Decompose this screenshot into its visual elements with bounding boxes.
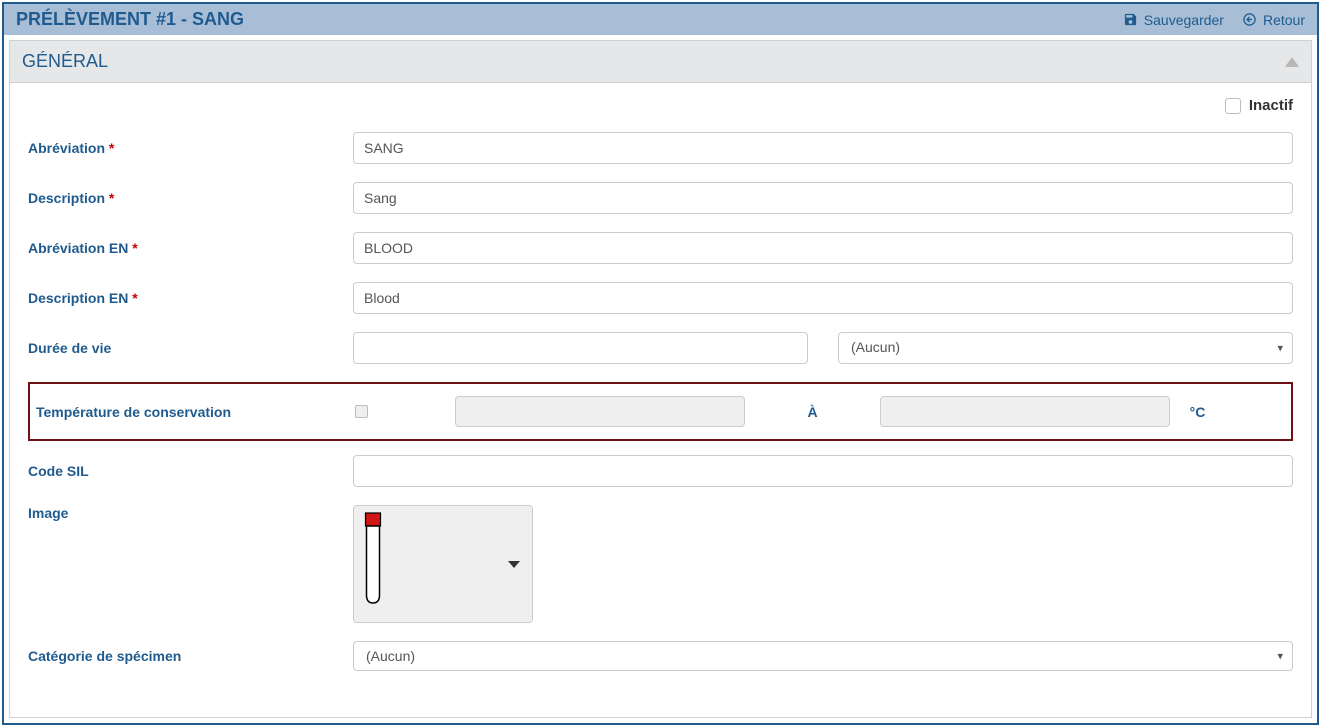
form-frame: PRÉLÈVEMENT #1 - SANG Sauvegarder Retour… [2, 2, 1319, 725]
code-sil-input[interactable] [353, 455, 1293, 487]
inactive-checkbox[interactable] [1225, 98, 1241, 114]
collapse-icon [1285, 57, 1299, 67]
temperature-to-input[interactable] [880, 396, 1170, 427]
save-label: Sauvegarder [1144, 12, 1224, 28]
abbreviation-en-input[interactable] [353, 232, 1293, 264]
duree-label: Durée de vie [28, 340, 353, 356]
return-button[interactable]: Retour [1242, 12, 1305, 28]
section-body: Inactif Abréviation * Description * Abré… [9, 83, 1312, 718]
temperature-label: Température de conservation [30, 404, 355, 420]
image-select[interactable] [353, 505, 533, 623]
image-row: Image [28, 505, 1293, 623]
duree-unit-select[interactable]: (Aucun) [838, 332, 1293, 364]
return-label: Retour [1263, 12, 1305, 28]
temperature-from-input[interactable] [455, 396, 745, 427]
abbreviation-en-label: Abréviation EN * [28, 240, 353, 256]
save-icon [1123, 12, 1138, 27]
categorie-select[interactable]: (Aucun) [353, 641, 1293, 671]
description-en-input[interactable] [353, 282, 1293, 314]
temperature-separator: À [745, 404, 880, 420]
return-icon [1242, 12, 1257, 27]
duree-input[interactable] [353, 332, 808, 364]
code-sil-label: Code SIL [28, 463, 353, 479]
content-wrap: GÉNÉRAL Inactif Abréviation * Descriptio… [4, 35, 1317, 723]
save-button[interactable]: Sauvegarder [1123, 12, 1224, 28]
section-header[interactable]: GÉNÉRAL [9, 40, 1312, 83]
tube-icon [364, 512, 382, 605]
description-input[interactable] [353, 182, 1293, 214]
abbreviation-row: Abréviation * [28, 132, 1293, 164]
description-row: Description * [28, 182, 1293, 214]
page-title: PRÉLÈVEMENT #1 - SANG [16, 9, 244, 30]
abbreviation-en-row: Abréviation EN * [28, 232, 1293, 264]
description-en-row: Description EN * [28, 282, 1293, 314]
image-label: Image [28, 505, 353, 521]
abbreviation-input[interactable] [353, 132, 1293, 164]
temperature-checkbox[interactable] [355, 405, 368, 418]
abbreviation-label: Abréviation * [28, 140, 353, 156]
inactive-label: Inactif [1249, 97, 1293, 114]
header-actions: Sauvegarder Retour [1123, 12, 1305, 28]
duree-row: Durée de vie (Aucun) [28, 332, 1293, 364]
description-label: Description * [28, 190, 353, 206]
dropdown-icon [508, 561, 520, 568]
categorie-row: Catégorie de spécimen (Aucun) [28, 641, 1293, 671]
categorie-label: Catégorie de spécimen [28, 648, 353, 664]
inactive-row: Inactif [28, 97, 1293, 114]
temperature-row-highlight: Température de conservation À °C [28, 382, 1293, 441]
section-title: GÉNÉRAL [22, 51, 108, 72]
description-en-label: Description EN * [28, 290, 353, 306]
header-bar: PRÉLÈVEMENT #1 - SANG Sauvegarder Retour [4, 4, 1317, 35]
code-sil-row: Code SIL [28, 455, 1293, 487]
temperature-unit: °C [1170, 404, 1225, 420]
